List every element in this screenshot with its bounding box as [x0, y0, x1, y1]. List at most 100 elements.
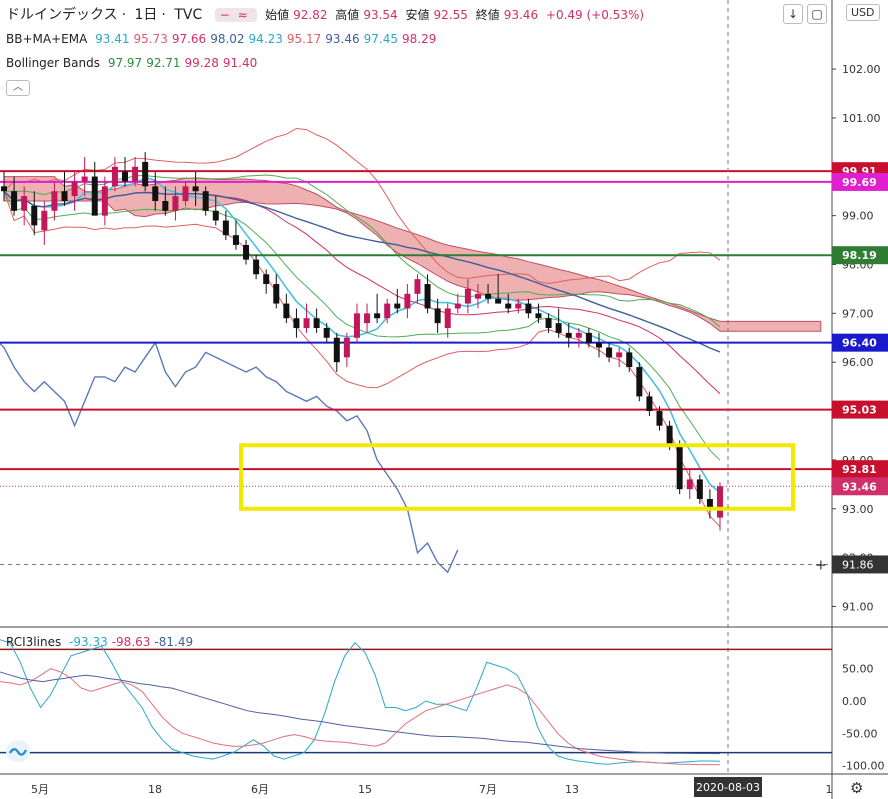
indicator-name: Bollinger Bands	[6, 56, 100, 70]
candle-body	[111, 166, 118, 187]
chart-canvas[interactable]: 91.0092.0093.0094.0095.0096.0097.0098.00…	[0, 0, 888, 799]
collapse-legend-icon[interactable]: ︿	[6, 80, 30, 96]
currency-label[interactable]: USD	[846, 4, 880, 21]
candle-body	[717, 486, 723, 518]
price-tick-label: 99.00	[842, 210, 874, 223]
candle-body	[364, 313, 371, 324]
candle-body	[424, 284, 431, 309]
candle-body	[696, 479, 703, 499]
candle-body	[41, 210, 48, 231]
price-tick-label: 96.00	[842, 356, 874, 369]
candle-body	[666, 425, 673, 446]
bbmaema-legend[interactable]: BB+MA+EMA 93.41 95.73 97.66 98.02 94.23 95.17…	[6, 32, 444, 46]
rci-series-line	[0, 639, 721, 765]
candle-body	[353, 313, 360, 338]
indicator-value: 98.29	[401, 32, 437, 46]
candle-body	[71, 181, 78, 197]
crosshair-plus-icon: +	[815, 557, 827, 573]
candle-body	[616, 352, 623, 358]
crosshair-date-label: 2020-08-03	[696, 781, 760, 794]
indicator-value: -81.49	[154, 635, 194, 649]
time-tick-label: 5月	[31, 783, 49, 796]
close-label: 終値	[475, 8, 500, 22]
candle-body	[343, 337, 350, 358]
indicator-value: -93.33	[69, 635, 108, 649]
bollinger-lower-line	[3, 191, 721, 528]
indicator-value: 95.73	[133, 32, 168, 46]
tradingview-logo-icon[interactable]	[6, 740, 30, 762]
price-tick-label: 93.00	[842, 503, 874, 516]
bollinger-legend[interactable]: Bollinger Bands 97.97 92.71 99.28 91.40	[6, 56, 265, 70]
price-tick-label: 91.00	[842, 600, 874, 613]
rci-tick-label: 50.00	[842, 663, 874, 676]
low-value: 92.55	[433, 8, 468, 22]
candle-body	[263, 274, 270, 285]
candle-body	[565, 332, 572, 338]
interval[interactable]: 1日	[135, 7, 158, 23]
header-sep: ·	[121, 7, 127, 23]
candle-body	[474, 293, 481, 299]
indicator-value: 99.28	[184, 56, 219, 70]
indicator-value: 97.66	[171, 32, 207, 46]
candle-body	[283, 303, 290, 319]
header-sep: ·	[161, 7, 166, 23]
candle-body	[515, 303, 522, 309]
symbol-header: ドルインデックス · 1日 · TVC − ≈ 始値 92.82 高値 93.54 安値…	[6, 4, 652, 24]
ichimoku-cloud	[3, 176, 822, 332]
high-label: 高値	[335, 8, 360, 22]
candle-body	[222, 220, 229, 236]
rci-series-line	[0, 671, 721, 755]
candle-body	[31, 205, 38, 226]
time-tick-label: 13	[565, 783, 579, 796]
candle-body	[595, 342, 602, 348]
indicator-name: RCI3lines	[6, 635, 62, 649]
candle-body	[545, 318, 552, 328]
candle-body	[485, 293, 492, 299]
open-label: 始値	[265, 8, 290, 22]
price-level-label: 96.40	[842, 337, 877, 350]
candle-body	[606, 347, 613, 358]
indicator-value: 97.45	[363, 32, 398, 46]
indicator-value: -98.63	[111, 635, 151, 649]
candle-body	[132, 166, 139, 182]
candle-body	[464, 288, 471, 304]
indicator-value: 93.41	[95, 32, 130, 46]
down-arrow-icon[interactable]: ↓	[783, 4, 803, 24]
price-level-label: 99.69	[842, 176, 877, 189]
wave-icon: ≈	[237, 8, 248, 22]
rci-legend[interactable]: RCI3lines -93.33 -98.63 -81.49	[6, 635, 201, 649]
candle-body	[172, 196, 179, 211]
indicator-value: 97.97	[107, 56, 143, 70]
symbol-name[interactable]: ドルインデックス	[6, 7, 118, 23]
candle-body	[142, 161, 149, 187]
candle-body	[182, 186, 189, 201]
candle-body	[646, 396, 653, 412]
rci-tick-label: 0.00	[842, 695, 867, 708]
open-value: 92.82	[293, 8, 328, 22]
indicator-value: 94.23	[248, 32, 283, 46]
candle-body	[323, 328, 330, 338]
fullscreen-icon[interactable]: ▢	[807, 4, 827, 24]
price-level-label: 98.19	[842, 249, 877, 262]
indicator-value: 93.46	[325, 32, 360, 46]
candle-body	[676, 445, 683, 490]
candle-body	[61, 191, 68, 201]
minus-icon: −	[219, 8, 230, 22]
candle-body	[656, 411, 663, 426]
rci-tick-label: -100.00	[842, 760, 884, 773]
candle-body	[81, 176, 88, 182]
candle-body	[293, 318, 300, 328]
candle-body	[555, 323, 562, 333]
candle-body	[243, 244, 250, 260]
time-tick-label: 15	[358, 783, 372, 796]
price-level-label: 95.03	[842, 404, 877, 417]
candle-body	[202, 191, 209, 211]
candle-body	[374, 313, 381, 319]
wave-pill[interactable]: − ≈	[214, 8, 257, 22]
rci-tick-label: -50.00	[842, 727, 877, 740]
candle-body	[192, 186, 199, 192]
indicator-value: 98.02	[210, 32, 245, 46]
candle-body	[535, 313, 542, 319]
candle-body	[384, 303, 391, 319]
settings-gear-icon[interactable]: ⚙	[850, 779, 863, 797]
